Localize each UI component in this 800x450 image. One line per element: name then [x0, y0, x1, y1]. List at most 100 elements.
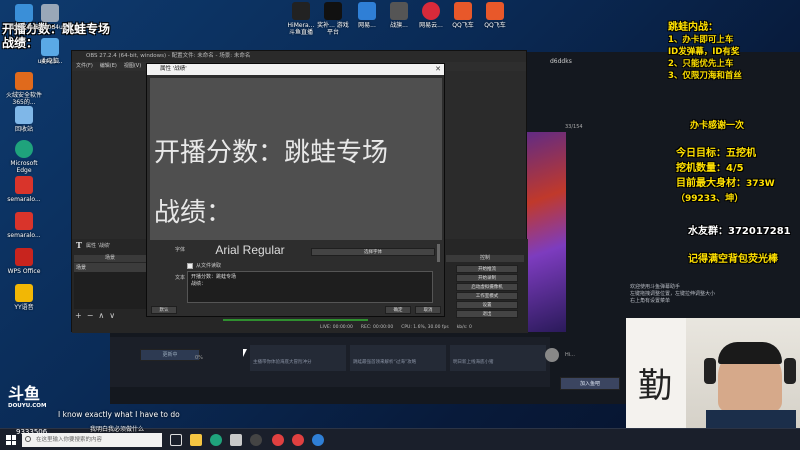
right-overlay: 跳蛙内战： 1、办卡即可上车 ID发弹幕，ID有奖 2、只能优先上车 3、仅限刀…: [668, 22, 798, 82]
from-file-checkbox[interactable]: [187, 263, 193, 269]
overlay-goal: 今日目标：五挖机: [676, 148, 756, 159]
streamer-shirt: [706, 410, 796, 430]
select-font-button[interactable]: 选择字体: [311, 248, 435, 256]
menu-edit[interactable]: 编辑(E): [100, 62, 117, 71]
store-icon[interactable]: [230, 434, 242, 446]
app-icon: [486, 2, 504, 20]
top-icon-label: QQ飞车: [452, 22, 474, 29]
streamer-name: d6ddks: [550, 58, 572, 65]
top-icon-1[interactable]: HiMera... 斗鱼直播: [284, 2, 318, 36]
douyu-domain: DOUYU.COM: [8, 403, 47, 409]
headphones-icon: [704, 358, 716, 384]
desktop-icon-huorong[interactable]: 火绒安全软件 365的...: [2, 72, 46, 106]
chat-line: 左键拖拽调整位置，左键拉伸调整大小: [630, 291, 716, 297]
file-explorer-icon[interactable]: [190, 434, 202, 446]
virtual-camera-button[interactable]: 启动虚拟摄像机: [456, 283, 518, 291]
desktop-icon-label: 火绒安全软件 365的...: [5, 92, 42, 106]
app-icon[interactable]: [312, 434, 324, 446]
desktop-icon-edge[interactable]: Microsoft Edge: [2, 140, 46, 174]
obs-statusbar: LIVE: 00:00:00 REC: 00:00:00 CPU: 1.6%, …: [320, 323, 526, 332]
scene-toolbar: + − ∧ ∨: [75, 311, 115, 320]
desktop-icon-label: ISwe0d4u1: [33, 24, 67, 31]
desktop-icon-file[interactable]: ISwe0d4u1: [28, 4, 72, 31]
obs-icon[interactable]: [250, 434, 262, 446]
overlay-record-value: 373W: [746, 179, 775, 189]
studio-mode-button[interactable]: 工作室模式: [456, 292, 518, 300]
text-input[interactable]: 开播分数：跳蛙专场 战绩：: [187, 271, 433, 303]
app-icon: [390, 2, 408, 20]
app-icon: [422, 2, 440, 20]
desktop: 开播分数：跳蛙专场 战绩： 新建文件夹 ISwe0d4u1 此电脑 u4421.…: [0, 0, 800, 450]
app-icon[interactable]: [292, 434, 304, 446]
top-icon-3[interactable]: 网易...: [350, 2, 384, 29]
edge-icon: [15, 140, 33, 158]
exit-button[interactable]: 退出: [456, 310, 518, 318]
video-card[interactable]: 主播带你体验海底大冒险冲分: [250, 345, 346, 371]
defaults-button[interactable]: 默认: [151, 306, 177, 314]
desktop-icon-yy[interactable]: YY语音: [2, 284, 46, 311]
up-icon[interactable]: ∧: [98, 311, 104, 320]
settings-button[interactable]: 设置: [456, 301, 518, 309]
menu-view[interactable]: 视图(V): [124, 62, 141, 71]
yy-icon: [15, 284, 33, 302]
add-icon[interactable]: +: [75, 311, 82, 320]
overlay-thanks: 办卡感谢一次: [690, 121, 745, 131]
top-icon-6[interactable]: QQ飞车: [446, 2, 480, 29]
update-button[interactable]: 更新中: [140, 349, 200, 361]
close-icon[interactable]: ✕: [435, 65, 441, 73]
windows-start-icon[interactable]: [6, 435, 16, 445]
top-icon-label: QQ飞车: [484, 22, 506, 29]
bottom-card-row: 更新中 主播带你体验海底大冒险冲分 跳蛙最强首领来解析“过海”攻略 明日新上线海…: [110, 337, 550, 387]
preview-text: 开播分数：跳蛙专场 战绩：: [154, 108, 388, 258]
desktop-icon-label: YY语音: [14, 304, 34, 311]
edge-icon[interactable]: [210, 434, 222, 446]
follow-button[interactable]: 加入鱼吧: [560, 377, 620, 390]
desktop-icon-recycle[interactable]: 回收站: [2, 106, 46, 133]
video-card[interactable]: 明日新上线海底小猪: [450, 345, 546, 371]
status-rec: REC: 00:00:00: [360, 325, 394, 330]
start-recording-button[interactable]: 开始录制: [456, 274, 518, 282]
top-icon-7[interactable]: QQ飞车: [478, 2, 512, 29]
text-preview: 开播分数：跳蛙专场 战绩：: [150, 78, 442, 240]
desktop-icon-app2[interactable]: semaralo...: [2, 212, 46, 239]
huorong-icon: [15, 72, 33, 90]
calligraphy-scroll: 勤: [626, 318, 686, 430]
search-icon: [25, 436, 31, 442]
chat-line: 欢迎使用斗鱼弹幕助手: [630, 284, 681, 290]
headphones-icon: [784, 358, 796, 384]
top-icon-5[interactable]: 网易云...: [414, 2, 448, 29]
video-card[interactable]: 跳蛙最强首领来解析“过海”攻略: [350, 345, 446, 371]
task-view-icon[interactable]: [170, 434, 182, 446]
overlay-rule: 2、只能优先上车: [668, 59, 734, 69]
desktop-icon-label: Microsoft Edge: [10, 160, 38, 174]
overlay-record: 目前最大身材：373W: [676, 176, 800, 192]
scene-item[interactable]: 场景: [74, 263, 146, 272]
app-icon[interactable]: [272, 434, 284, 446]
top-icon-2[interactable]: 奖补... 游戏平台: [316, 2, 350, 36]
top-icon-4[interactable]: 战旗...: [382, 2, 416, 29]
cancel-button[interactable]: 取消: [415, 306, 441, 314]
overlay-count: 挖机数量：4/5: [676, 163, 744, 174]
overlay-rule: ID发弹幕，ID有奖: [668, 47, 740, 57]
desktop-icon-wps[interactable]: WPS Office: [2, 248, 46, 275]
scrollbar[interactable]: [437, 244, 440, 262]
remove-icon[interactable]: −: [87, 311, 94, 320]
streamer-hair: [718, 342, 782, 364]
file-icon: [41, 4, 59, 22]
overlay-record-label: 目前最大身材：: [676, 178, 746, 189]
app-icon: [15, 176, 33, 194]
overlay-title: 跳蛙内战：: [668, 22, 718, 33]
start-streaming-button[interactable]: 开始推流: [456, 265, 518, 273]
desktop-icon-app1[interactable]: semaralo...: [2, 176, 46, 203]
ok-button[interactable]: 确定: [385, 306, 411, 314]
overlay-rule: 3、仅限刀海和首丝: [668, 71, 742, 81]
scenes-list: 场景: [74, 263, 146, 309]
app-icon: [15, 212, 33, 230]
overlay-qq-group: 水友群：372017281: [688, 226, 791, 237]
top-icon-label: 网易...: [358, 22, 376, 29]
menu-file[interactable]: 文件(F): [76, 62, 93, 71]
controls-header: 控制: [446, 255, 524, 262]
top-icon-label: HiMera... 斗鱼直播: [287, 22, 315, 36]
desktop-icon-file2[interactable]: u4421...: [28, 56, 72, 65]
down-icon[interactable]: ∨: [109, 311, 115, 320]
